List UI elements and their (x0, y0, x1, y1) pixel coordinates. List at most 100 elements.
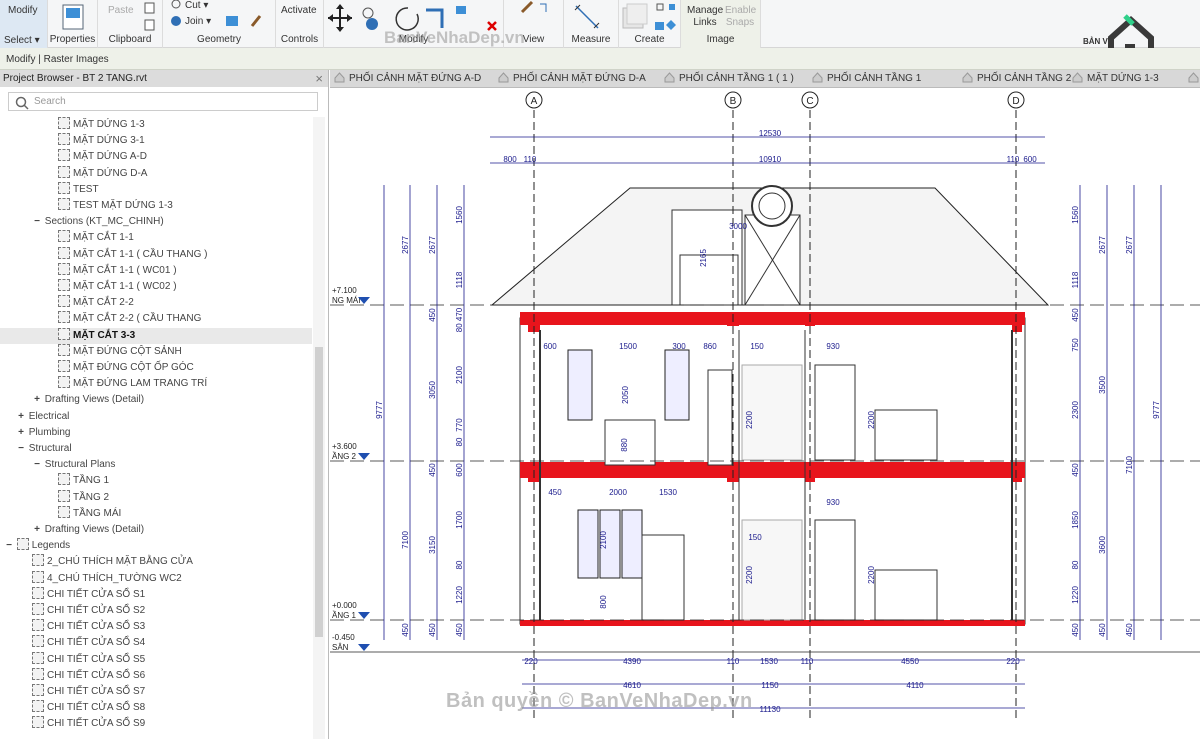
browser-item[interactable]: TEST MẶT DỨNG 1-3 (0, 198, 312, 214)
browser-item[interactable]: CHI TIẾT CỬA SỔ S4 (0, 635, 312, 651)
dimension-text: 880 (620, 438, 629, 452)
dimension-text: 450 (1125, 623, 1134, 637)
browser-item[interactable]: MẶT DỨNG A-D (0, 149, 312, 165)
view-icon (58, 133, 70, 146)
view-tab-more[interactable] (1188, 72, 1200, 84)
dimension-text: 1530 (760, 657, 778, 666)
expand-icon[interactable]: + (32, 522, 42, 538)
collapse-icon[interactable]: − (32, 214, 42, 230)
dimension-text: 450 (1071, 463, 1080, 477)
properties-icon[interactable] (62, 4, 84, 30)
browser-item[interactable]: MẶT ĐỨNG LAM TRANG TRÍ (0, 376, 312, 392)
browser-item[interactable]: CHI TIẾT CỬA SỔ S3 (0, 619, 312, 635)
collapse-icon[interactable]: − (4, 538, 14, 554)
select-dropdown[interactable]: Select ▾ (4, 35, 40, 46)
browser-item[interactable]: − Sections (KT_MC_CHINH) (0, 214, 312, 230)
browser-item[interactable]: − Legends (0, 538, 312, 554)
paste-button[interactable]: Paste (108, 5, 134, 16)
dimension-text: 80 (455, 560, 464, 569)
view-tab[interactable]: PHỐI CẢNH TẦNG 1 ( 1 ) (664, 72, 794, 84)
browser-item-label: CHI TIẾT CỬA SỔ S7 (47, 686, 146, 697)
browser-item[interactable]: MẶT CẮT 2-2 (0, 295, 312, 311)
modify-button[interactable]: Modify (8, 5, 37, 16)
expand-icon[interactable]: + (16, 425, 26, 441)
browser-item-label: CHI TIẾT CỬA SỔ S5 (47, 653, 146, 665)
browser-item[interactable]: MẶT ĐỨNG CỘT ỐP GÓC (0, 360, 312, 376)
enable-snaps-button[interactable]: Enable Snaps (725, 5, 756, 29)
view-icon (32, 603, 44, 615)
search-input[interactable]: Search (8, 92, 318, 111)
copy-icon[interactable] (144, 2, 156, 32)
measure-icon[interactable] (574, 4, 604, 30)
browser-item[interactable]: TẦNG 2 (0, 489, 312, 506)
wall-join-icon[interactable] (226, 14, 266, 28)
browser-item[interactable]: 2_CHÚ THÍCH MẶT BẰNG CỬA (0, 554, 312, 570)
manage-links-button[interactable]: Manage Links (687, 5, 723, 29)
browser-item-label: MẶT CẮT 2-2 ( CẦU THANG (73, 313, 202, 325)
browser-item[interactable]: 4_CHÚ THÍCH_TƯỜNG WC2 (0, 570, 312, 587)
browser-item[interactable]: TEST (0, 181, 312, 198)
dimension-text: 600 (543, 342, 557, 351)
browser-item[interactable]: MẶT ĐỨNG CỘT SẢNH (0, 343, 312, 360)
browser-item[interactable]: CHI TIẾT CỬA SỔ S5 (0, 651, 312, 668)
browser-item[interactable]: MẶT DỨNG 1-3 (0, 117, 312, 133)
view-tab[interactable]: PHỐI CẢNH MẶT ĐỨNG A-D (334, 72, 481, 84)
browser-item[interactable]: + Drafting Views (Detail) (0, 392, 312, 408)
properties-button[interactable]: Properties (48, 34, 97, 45)
create-group-icon[interactable] (621, 2, 679, 34)
view-icon (58, 262, 70, 275)
view-tab[interactable]: PHỐI CẢNH TẦNG 1 (812, 72, 921, 84)
browser-item[interactable]: + Electrical (0, 409, 312, 425)
browser-item-label: CHI TIẾT CỬA SỔ S9 (47, 718, 146, 730)
collapse-icon[interactable]: − (16, 441, 26, 457)
view-tab[interactable]: PHỐI CẢNH TẦNG 2 (962, 72, 1071, 84)
browser-item[interactable]: MẶT DỨNG 3-1 (0, 133, 312, 149)
browser-item[interactable]: MẶT CẮT 1-1 (0, 230, 312, 246)
browser-item[interactable]: CHI TIẾT CỬA SỔ S1 (0, 586, 312, 603)
browser-item[interactable]: CHI TIẾT CỬA SỔ S7 (0, 684, 312, 700)
browser-item[interactable]: MẶT CẮT 3-3 (0, 327, 312, 344)
browser-item[interactable]: MẶT DỨNG D-A (0, 165, 312, 182)
browser-item[interactable]: TẦNG MÁI (0, 505, 312, 522)
browser-item[interactable]: CHI TIẾT CỬA SỔ S9 (0, 716, 312, 732)
collapse-icon[interactable]: − (32, 457, 42, 473)
browser-item[interactable]: CHI TIẾT CỬA SỔ S6 (0, 667, 312, 684)
dimension-text: 80 470 (455, 307, 464, 332)
cut-button[interactable]: Cut ▾ (185, 0, 208, 11)
browser-item[interactable]: − Structural (0, 441, 312, 457)
browser-item[interactable]: + Plumbing (0, 425, 312, 441)
scrollbar-thumb[interactable] (315, 347, 323, 637)
paint-icon[interactable] (520, 0, 550, 14)
dimension-text: 2100 (599, 531, 608, 549)
view-tab[interactable]: PHỐI CẢNH MẶT ĐỨNG D-A (498, 72, 646, 84)
browser-item[interactable]: TẦNG 1 (0, 473, 312, 489)
dimension-text: 1150 (761, 681, 779, 690)
view-icon (58, 230, 70, 243)
drawing-canvas[interactable]: A B C D +7.100 NG MÁI +3.600 ẦNG 2 +0.000 ẦNG 1 -0… (330, 88, 1200, 739)
dimension-text: 450 (455, 623, 464, 637)
browser-item[interactable]: MẶT CẮT 1-1 ( CẦU THANG ) (0, 246, 312, 263)
browser-item[interactable]: − Structural Plans (0, 457, 312, 473)
browser-item[interactable]: CHI TIẾT CỬA SỔ S2 (0, 603, 312, 619)
browser-item[interactable]: MẶT CẮT 2-2 ( CẦU THANG (0, 311, 312, 327)
view-icon (58, 279, 70, 291)
browser-item[interactable]: CHI TIẾT CỬA SỔ S8 (0, 700, 312, 716)
expand-icon[interactable]: + (16, 409, 26, 425)
beam (1012, 312, 1022, 332)
house-icon (1072, 72, 1083, 83)
dimension-text: 12530 (759, 129, 782, 138)
browser-scrollbar[interactable] (313, 117, 325, 739)
browser-item-label: TEST MẶT DỨNG 1-3 (73, 200, 173, 211)
house-icon (664, 72, 675, 83)
browser-item[interactable]: MẶT CẮT 1-1 ( WC01 ) (0, 262, 312, 279)
view-tab[interactable]: MẶT DỨNG 1-3 (1072, 72, 1159, 84)
level-name: SÂN (332, 643, 349, 652)
dimension-text: 110 (1007, 155, 1020, 164)
browser-item[interactable]: + Drafting Views (Detail) (0, 522, 312, 538)
close-icon[interactable]: × (315, 71, 323, 86)
activate-button[interactable]: Activate (281, 5, 317, 16)
expand-icon[interactable]: + (32, 392, 42, 408)
browser-item[interactable]: MẶT CẮT 1-1 ( WC02 ) (0, 279, 312, 295)
join-button[interactable]: Join ▾ (185, 16, 211, 27)
create-panel: Create (619, 0, 681, 48)
